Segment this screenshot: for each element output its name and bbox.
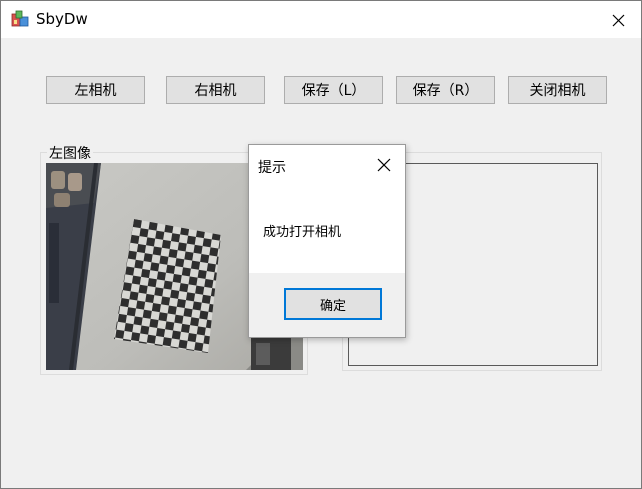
left-image-label: 左图像 — [47, 143, 93, 163]
right-camera-button[interactable]: 右相机 — [166, 76, 265, 104]
title-bar[interactable]: SbyDw — [1, 1, 641, 38]
dialog-body: 提示 成功打开相机 — [249, 145, 405, 273]
close-icon[interactable] — [605, 7, 631, 33]
save-right-button[interactable]: 保存（R） — [396, 76, 495, 104]
ok-button[interactable]: 确定 — [284, 288, 382, 320]
dialog-title: 提示 — [258, 160, 286, 176]
close-icon[interactable] — [373, 154, 395, 176]
main-window: SbyDw 左相机 右相机 保存（L） 保存（R） 关闭相机 左图像 提示 成功… — [0, 0, 642, 489]
left-camera-button[interactable]: 左相机 — [46, 76, 145, 104]
dialog-message: 成功打开相机 — [263, 225, 342, 240]
message-dialog: 提示 成功打开相机 确定 — [248, 144, 406, 338]
app-icon — [11, 10, 29, 27]
close-camera-button[interactable]: 关闭相机 — [508, 76, 607, 104]
window-title: SbyDw — [36, 10, 88, 28]
save-left-button[interactable]: 保存（L） — [284, 76, 383, 104]
